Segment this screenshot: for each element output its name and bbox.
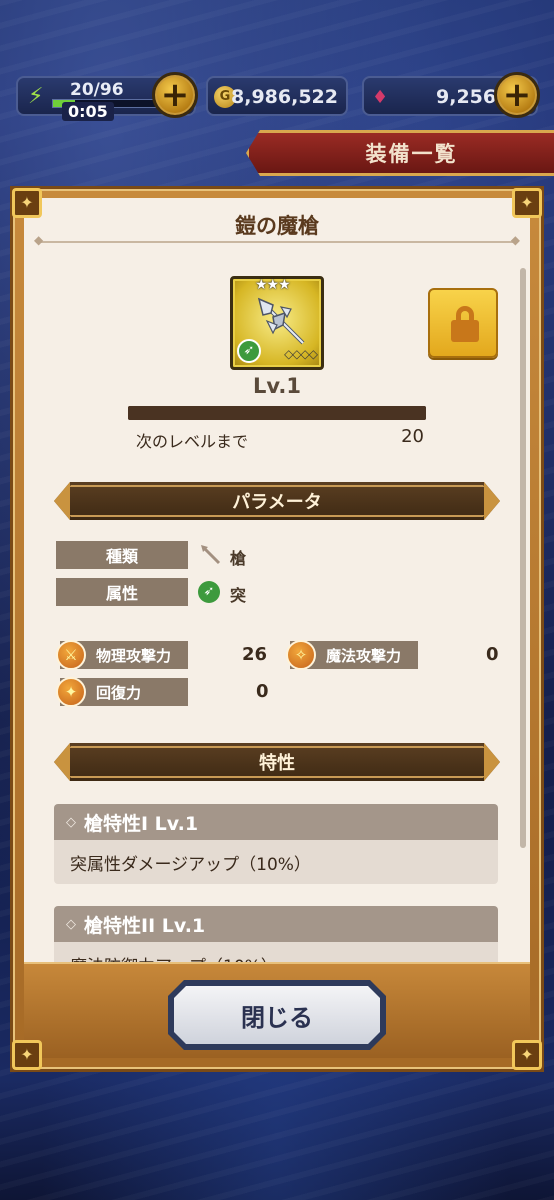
- sparkle-icon: ✦: [56, 677, 86, 707]
- magic-wand-icon: ✧: [286, 640, 316, 670]
- close-button[interactable]: 閉じる: [174, 986, 380, 1044]
- sword-icon: ⚔: [56, 640, 86, 670]
- diamond-icon: ◇: [66, 814, 76, 830]
- pierce-attribute-icon: ➶: [237, 339, 261, 363]
- trait-title: ◇ 槍特性I Lv.1: [54, 804, 498, 840]
- scrollbar[interactable]: [520, 268, 526, 848]
- add-stamina-button[interactable]: +: [152, 72, 198, 118]
- frame-corner-ornament: [512, 1040, 542, 1070]
- lightning-icon: ⚡: [28, 84, 44, 109]
- next-level-label: 次のレベルまで: [136, 432, 249, 451]
- trait-description: 魔法防御力アップ（10%）: [54, 942, 498, 962]
- stamina-value: 20/96: [70, 80, 124, 100]
- exp-bar-fill: [128, 406, 426, 420]
- plus-icon: +: [502, 75, 532, 115]
- gold-value: 8,986,522: [231, 86, 338, 108]
- item-icon: ★★★ ➶ ◇◇◇◇: [230, 276, 324, 370]
- plus-icon: +: [160, 75, 190, 115]
- traits-section-header: 特性: [54, 743, 500, 781]
- recovery-label: ✦ 回復力: [56, 677, 188, 707]
- pierce-attribute-icon: ➶: [198, 581, 220, 603]
- next-level-value: 20: [401, 426, 424, 447]
- spear-icon: [257, 297, 305, 345]
- recovery-value: 0: [256, 681, 269, 702]
- frame-corner-ornament: [12, 1040, 42, 1070]
- physical-attack-value: 26: [242, 644, 268, 665]
- trait-title: ◇ 槍特性II Lv.1: [54, 906, 498, 942]
- magic-attack-label: ✧ 魔法攻撃力: [286, 640, 418, 670]
- gem-icon: ♦: [372, 87, 389, 108]
- params-section-header: パラメータ: [54, 482, 500, 520]
- item-level: Lv.1: [253, 374, 301, 398]
- diamond-icon: ◇: [66, 916, 76, 932]
- attribute-label: 属性: [56, 578, 188, 606]
- traits-header-label: 特性: [259, 753, 295, 774]
- params-header-label: パラメータ: [232, 492, 322, 513]
- lock-icon: [451, 306, 479, 342]
- frame-corner-ornament: [12, 188, 42, 218]
- upgrade-slots: ◇◇◇◇: [284, 347, 318, 361]
- magic-attack-value: 0: [486, 644, 499, 665]
- rarity-stars: ★★★: [255, 277, 291, 293]
- gem-value: 9,256: [436, 86, 497, 108]
- lock-button[interactable]: [428, 288, 498, 358]
- trait-card: ◇ 槍特性II Lv.1 魔法防御力アップ（10%）: [54, 906, 498, 962]
- gold-display: G 8,986,522: [206, 76, 348, 116]
- trait-description: 突属性ダメージアップ（10%）: [54, 840, 498, 884]
- attribute-value: 突: [230, 586, 247, 605]
- tab-equipment-list[interactable]: 装備一覧: [246, 130, 554, 176]
- trait-card: ◇ 槍特性I Lv.1 突属性ダメージアップ（10%）: [54, 804, 498, 884]
- physical-attack-label: ⚔ 物理攻撃力: [56, 640, 188, 670]
- frame-corner-ornament: [512, 188, 542, 218]
- type-value: 槍: [230, 549, 247, 568]
- title-divider: [34, 233, 520, 247]
- scrollbar-thumb[interactable]: [520, 268, 526, 848]
- type-label: 種類: [56, 541, 188, 569]
- item-name: 鎧の魔槍: [235, 214, 319, 238]
- dialog-content-panel: 鎧の魔槍 ★★★ ➶ ◇◇◇◇ Lv.1 次のレベルまで 20 パラメータ: [24, 198, 530, 962]
- add-gems-button[interactable]: +: [494, 72, 540, 118]
- spear-type-icon: [201, 545, 221, 565]
- stamina-timer: 0:05: [62, 102, 114, 121]
- exp-bar: [128, 406, 426, 420]
